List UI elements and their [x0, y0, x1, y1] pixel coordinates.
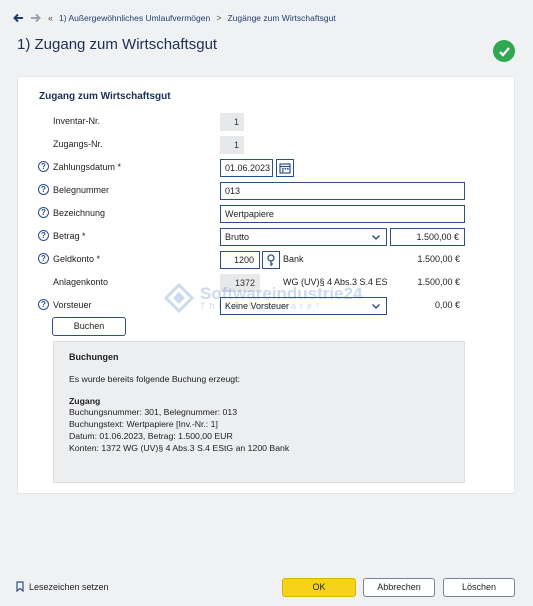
- bezeichnung-label: Bezeichnung: [53, 208, 106, 218]
- anlagenkonto-name: WG (UV)§ 4 Abs.3 S.4 ES: [283, 277, 388, 287]
- breadcrumb-item-umlaufvermoegen[interactable]: 1) Außergewöhnliches Umlaufvermögen: [59, 13, 210, 23]
- geldkonto-input[interactable]: 1200: [220, 251, 260, 269]
- help-icon-vorsteuer[interactable]: ?: [38, 299, 49, 310]
- cancel-button[interactable]: Abbrechen: [363, 578, 435, 597]
- page-title: 1) Zugang zum Wirtschaftsgut: [17, 36, 218, 53]
- zugang-value: 1: [220, 136, 244, 154]
- geldkonto-amount: 1.500,00 €: [417, 254, 460, 264]
- buchungen-title: Buchungen: [69, 352, 119, 362]
- betrag-type-select[interactable]: Brutto: [220, 228, 387, 246]
- help-icon-zahlungsdatum[interactable]: ?: [38, 161, 49, 172]
- bookmark-link[interactable]: Lesezeichen setzen: [16, 581, 109, 592]
- chevron-down-icon: [371, 234, 381, 241]
- vorsteuer-amount: 0,00 €: [434, 300, 460, 310]
- breadcrumb-separator: >: [216, 13, 222, 23]
- breadcrumb-collapse[interactable]: «: [48, 13, 53, 23]
- belegnummer-input[interactable]: 013: [220, 182, 465, 200]
- watermark-logo-icon: [164, 283, 194, 313]
- geldkonto-name: Bank: [283, 254, 304, 264]
- anlagenkonto-amount: 1.500,00 €: [417, 277, 460, 287]
- help-icon-betrag[interactable]: ?: [38, 230, 49, 241]
- betrag-input[interactable]: 1.500,00 €: [390, 228, 465, 246]
- buchung-line: Konten: 1372 WG (UV)§ 4 Abs.3 S.4 EStG a…: [69, 443, 290, 453]
- section-title: Zugang zum Wirtschaftsgut: [39, 91, 171, 102]
- betrag-type-value: Brutto: [225, 232, 250, 242]
- form-card: Zugang zum Wirtschaftsgut Inventar-Nr. 1…: [17, 76, 515, 494]
- vorsteuer-select[interactable]: Keine Vorsteuer: [220, 297, 387, 315]
- help-icon-geldkonto[interactable]: ?: [38, 253, 49, 264]
- breadcrumb-item-zugaenge[interactable]: Zugänge zum Wirtschaftsgut: [227, 13, 335, 23]
- buchung-heading: Zugang: [69, 396, 101, 406]
- anlagenkonto-value: 1372: [220, 274, 260, 292]
- inventar-label: Inventar-Nr.: [53, 116, 101, 126]
- ok-button[interactable]: OK: [282, 578, 356, 597]
- buchungen-panel: Buchungen Es wurde bereits folgende Buch…: [53, 341, 465, 483]
- help-icon-belegnummer[interactable]: ?: [38, 184, 49, 195]
- zahlungsdatum-label: Zahlungsdatum *: [53, 162, 122, 172]
- checkmark-icon: [493, 40, 515, 62]
- buchung-line: Buchungstext: Wertpapiere [Inv.-Nr.: 1]: [69, 419, 218, 429]
- buchung-line: Datum: 01.06.2023, Betrag: 1.500,00 EUR: [69, 431, 233, 441]
- buchung-line: Buchungsnummer: 301, Belegnummer: 013: [69, 407, 238, 417]
- delete-button[interactable]: Löschen: [443, 578, 515, 597]
- back-arrow-icon[interactable]: [12, 12, 24, 24]
- vorsteuer-label: Vorsteuer: [53, 300, 92, 310]
- breadcrumb: « 1) Außergewöhnliches Umlaufvermögen > …: [12, 10, 336, 26]
- footer-bar: Lesezeichen setzen OK Abbrechen Löschen: [0, 566, 533, 606]
- zahlungsdatum-input[interactable]: 01.06.2023: [220, 159, 273, 177]
- bookmark-icon: [16, 581, 24, 592]
- vorsteuer-value: Keine Vorsteuer: [225, 301, 290, 311]
- zugang-label: Zugangs-Nr.: [53, 139, 103, 149]
- geldkonto-label: Geldkonto *: [53, 254, 101, 264]
- buchungen-intro: Es wurde bereits folgende Buchung erzeug…: [69, 374, 240, 384]
- belegnummer-label: Belegnummer: [53, 185, 110, 195]
- chevron-down-icon: [371, 303, 381, 310]
- bookmark-label: Lesezeichen setzen: [29, 581, 109, 592]
- bezeichnung-input[interactable]: Wertpapiere: [220, 205, 465, 223]
- buchen-button[interactable]: Buchen: [52, 317, 126, 336]
- inventar-value: 1: [220, 113, 244, 131]
- account-lookup-icon[interactable]: [262, 251, 280, 269]
- anlagenkonto-label: Anlagenkonto: [53, 277, 109, 287]
- betrag-label: Betrag *: [53, 231, 86, 241]
- forward-arrow-icon[interactable]: [30, 12, 42, 24]
- calendar-icon[interactable]: [276, 159, 294, 177]
- help-icon-bezeichnung[interactable]: ?: [38, 207, 49, 218]
